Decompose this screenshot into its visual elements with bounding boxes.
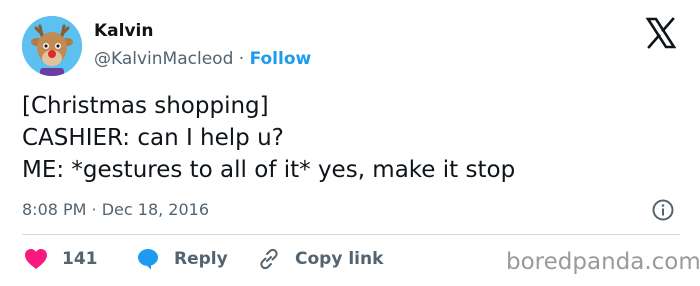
x-logo-icon[interactable] <box>643 15 679 51</box>
reply-label: Reply <box>174 249 228 269</box>
like-button[interactable]: 141 <box>24 246 98 272</box>
reply-button[interactable]: Reply <box>136 246 228 272</box>
tweet-line: [Christmas shopping] <box>22 93 269 119</box>
author-name[interactable]: Kalvin <box>94 20 153 42</box>
tweet-text: [Christmas shopping] CASHIER: can I help… <box>22 90 662 186</box>
reindeer-avatar-icon <box>22 16 82 76</box>
like-count: 141 <box>62 249 98 269</box>
tweet-line: CASHIER: can I help u? <box>22 125 284 151</box>
avatar[interactable] <box>22 16 82 76</box>
separator-dot: · <box>238 49 245 69</box>
reply-bubble-icon <box>138 249 158 270</box>
copy-link-button[interactable]: Copy link <box>257 246 383 272</box>
follow-button[interactable]: Follow <box>250 49 312 69</box>
author-handle[interactable]: @KalvinMacleod <box>94 49 233 69</box>
copy-link-label: Copy link <box>295 249 384 269</box>
divider <box>22 234 680 235</box>
tweet-card: Kalvin @KalvinMacleod · Follow [Christma… <box>0 0 700 286</box>
heart-icon <box>25 249 47 269</box>
link-icon <box>260 248 278 270</box>
tweet-timestamp[interactable]: 8:08 PM · Dec 18, 2016 <box>22 199 209 221</box>
tweet-line: ME: *gestures to all of it* yes, make it… <box>22 157 516 183</box>
info-icon[interactable] <box>651 198 675 222</box>
author-handle-line: @KalvinMacleod · Follow <box>94 48 311 70</box>
watermark: boredpanda.com <box>506 249 700 275</box>
